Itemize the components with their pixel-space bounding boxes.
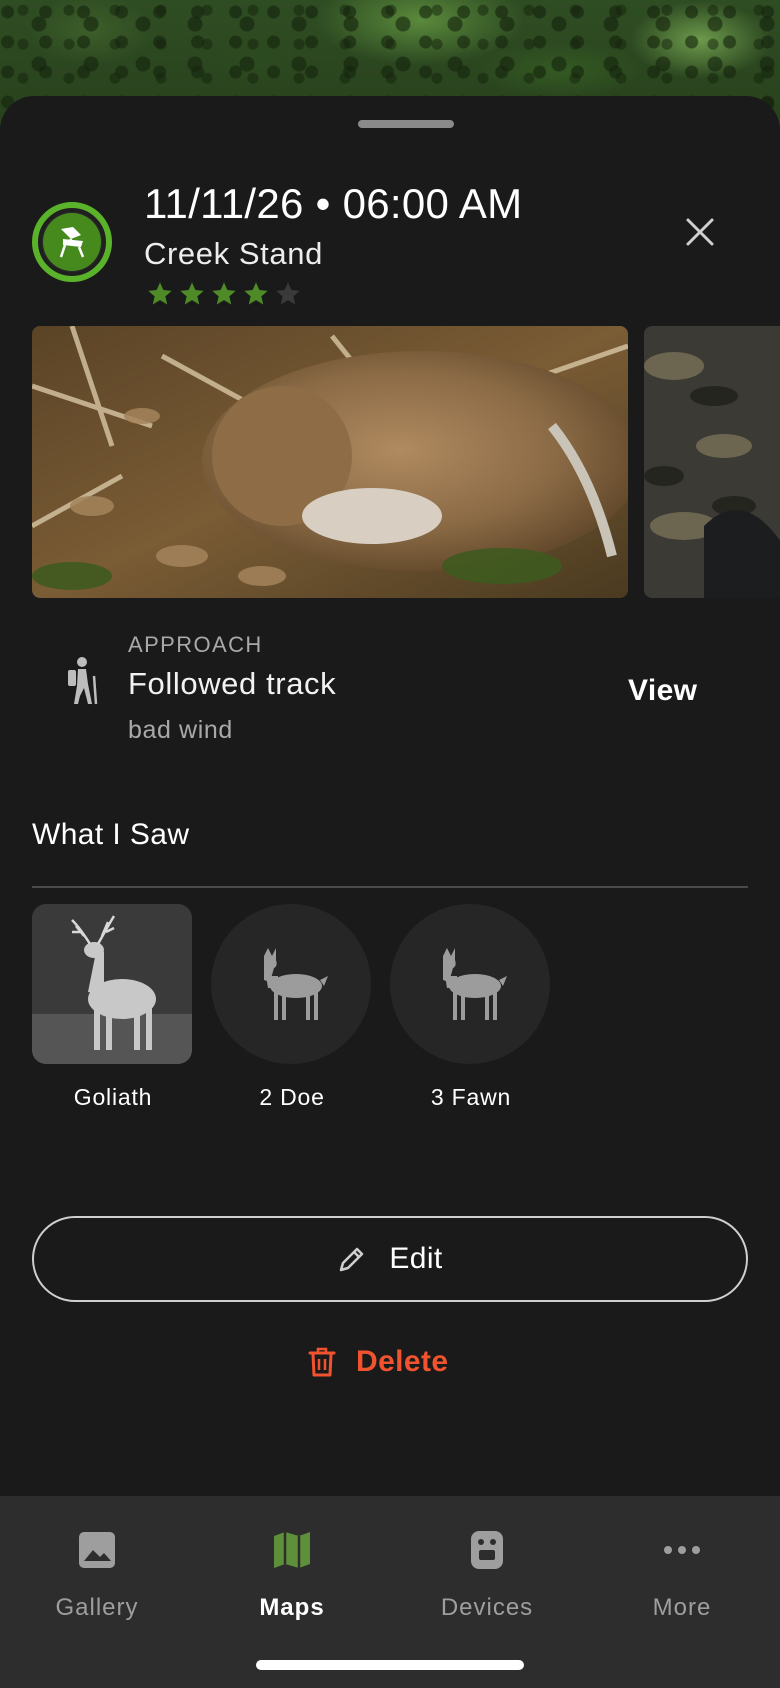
nav-more[interactable]: More	[602, 1526, 762, 1622]
image-icon	[79, 1532, 115, 1568]
saw-item-label: 2 Doe	[259, 1084, 325, 1110]
bottom-sheet: 11/11/26 • 06:00 AM Creek Stand APPROACH…	[0, 96, 780, 1496]
star-icon	[212, 282, 236, 305]
edit-button[interactable]: Edit	[32, 1216, 748, 1302]
stand-avatar	[32, 202, 112, 282]
buck-photo-thumbnail	[32, 904, 192, 1064]
nav-label: Maps	[259, 1594, 325, 1621]
rating-stars	[146, 280, 302, 308]
star-empty-icon	[276, 282, 300, 305]
photo-carousel[interactable]	[32, 326, 780, 598]
camera-device-icon	[471, 1531, 503, 1569]
delete-button[interactable]: Delete	[308, 1332, 448, 1392]
nav-label: More	[652, 1594, 712, 1621]
saw-item-label: 3 Fawn	[430, 1084, 512, 1110]
home-indicator[interactable]	[256, 1660, 524, 1670]
approach-view-button[interactable]: View	[628, 674, 697, 708]
delete-label: Delete	[356, 1345, 449, 1378]
doe-icon	[264, 948, 328, 1020]
nav-devices[interactable]: Devices	[407, 1526, 567, 1622]
map-icon	[274, 1532, 310, 1568]
saw-item-fawn[interactable]: 3 Fawn	[390, 904, 552, 1111]
tree-stand-icon	[59, 227, 85, 258]
photo-hunter-camo[interactable]	[644, 326, 780, 598]
star-icon	[244, 282, 268, 305]
saw-item-label: Goliath	[73, 1084, 153, 1110]
saw-item-doe[interactable]: 2 Doe	[211, 904, 373, 1111]
nav-maps[interactable]: Maps	[212, 1526, 372, 1622]
nav-label: Devices	[440, 1594, 534, 1621]
fawn-avatar	[390, 904, 550, 1064]
nav-label: Gallery	[55, 1594, 139, 1621]
trash-icon	[308, 1347, 336, 1377]
drag-handle[interactable]	[358, 120, 454, 128]
approach-value: Followed track	[128, 666, 337, 701]
approach-label: APPROACH	[128, 632, 263, 657]
star-icon	[180, 282, 204, 305]
approach-note: bad wind	[128, 716, 233, 744]
edit-label: Edit	[389, 1242, 443, 1275]
hiker-icon	[68, 657, 98, 705]
pencil-icon	[340, 1247, 364, 1272]
more-dots-icon	[664, 1546, 700, 1554]
photo-deer-harvest[interactable]	[32, 326, 628, 598]
star-icon	[148, 282, 172, 305]
doe-icon	[443, 948, 507, 1020]
doe-avatar	[211, 904, 371, 1064]
saw-item-goliath[interactable]: Goliath	[32, 904, 194, 1111]
close-icon	[686, 218, 714, 246]
what-i-saw-title: What I Saw	[32, 818, 190, 851]
nav-gallery[interactable]: Gallery	[17, 1526, 177, 1622]
stand-name: Creek Stand	[144, 236, 323, 271]
log-datetime: 11/11/26 • 06:00 AM	[144, 180, 523, 227]
close-button[interactable]	[676, 208, 724, 256]
section-divider	[32, 886, 748, 888]
